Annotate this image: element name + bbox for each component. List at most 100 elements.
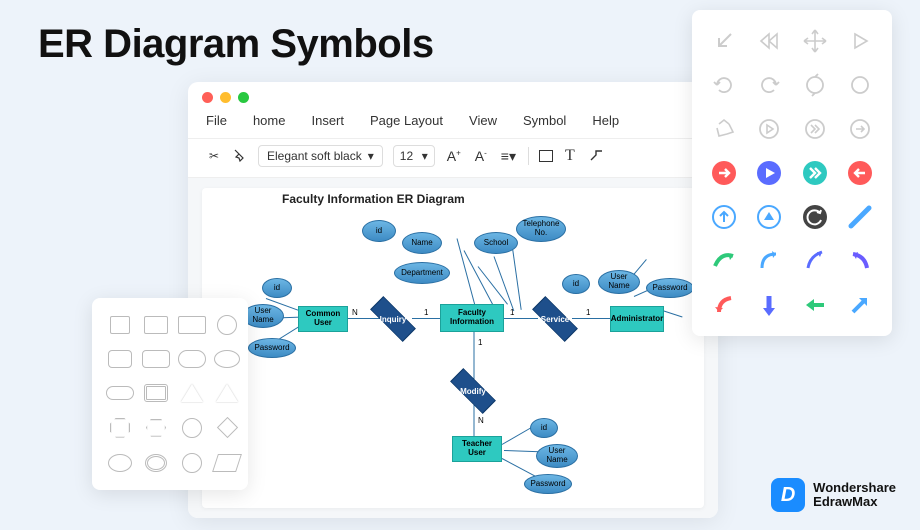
swoosh-arrow-icon[interactable] [800,246,830,276]
rotate-ccw-icon[interactable] [709,70,739,100]
menu-page-layout[interactable]: Page Layout [370,113,443,128]
shape-parallelogram[interactable] [212,454,242,472]
rel-modify[interactable]: Modify [450,376,496,406]
attr-ad-password[interactable]: Password [646,278,694,298]
text-tool-icon[interactable]: T [563,147,577,165]
maximize-icon[interactable] [238,92,249,103]
shape-circle-2[interactable] [182,418,202,438]
arrow-left-solid-icon[interactable] [845,158,875,188]
close-icon[interactable] [202,92,213,103]
shape-double-rect[interactable] [144,384,168,402]
curve-arrow-green-icon[interactable] [709,246,739,276]
shape-rounded-rect[interactable] [108,350,132,368]
shape-circle-3[interactable] [182,453,202,473]
shape-square[interactable] [110,316,130,334]
shape-triangle[interactable] [181,384,203,402]
attr-tu-username[interactable]: User Name [536,444,578,468]
attr-telephone[interactable]: Telephone No. [516,216,566,242]
play-circle-icon[interactable] [754,114,784,144]
increase-font-icon[interactable]: A+ [445,148,463,164]
font-select[interactable]: Elegant soft black ▾ [258,145,383,167]
arrow-move-icon[interactable] [800,26,830,56]
decrease-font-icon[interactable]: A- [473,148,489,164]
arrow-triangle-right-icon[interactable] [845,26,875,56]
chevron-down-icon: ▾ [368,149,374,163]
recycle-icon[interactable] [709,114,739,144]
format-painter-icon[interactable] [232,148,248,164]
attr-cu-username[interactable]: User Name [242,304,284,328]
shape-rounded-rect-2[interactable] [142,350,170,368]
chevron-down-icon: ▾ [422,149,428,163]
menu-home[interactable]: home [253,113,286,128]
attr-tu-id[interactable]: id [530,418,558,438]
app-window: File home Insert Page Layout View Symbol… [188,82,718,518]
shape-double-ellipse[interactable] [145,454,167,472]
arrow-rewind-icon[interactable] [754,26,784,56]
shape-circle[interactable] [217,315,237,335]
arrow-up-circle-icon[interactable] [709,202,739,232]
menu-symbol[interactable]: Symbol [523,113,566,128]
connector-tool-icon[interactable] [587,147,607,166]
menu-view[interactable]: View [469,113,497,128]
refresh-solid-icon[interactable] [800,202,830,232]
menu-insert[interactable]: Insert [311,113,344,128]
arrow-diag-blue-icon[interactable] [845,290,875,320]
pencil-icon[interactable] [845,202,875,232]
shape-triangle-2[interactable] [216,384,238,402]
circle-outline-icon[interactable] [845,70,875,100]
menu-help[interactable]: Help [592,113,619,128]
arrow-down-left-icon[interactable] [709,26,739,56]
rel-inquiry[interactable]: Inquiry [370,304,416,334]
align-icon[interactable]: ≡▾ [499,148,518,165]
rectangle-tool-icon[interactable] [539,150,553,162]
fast-forward-solid-icon[interactable] [800,158,830,188]
rotate-cw-icon[interactable] [754,70,784,100]
minimize-icon[interactable] [220,92,231,103]
shape-ellipse[interactable] [214,350,240,368]
menu-file[interactable]: File [206,113,227,128]
brand-line2: EdrawMax [813,495,896,509]
attr-ad-id[interactable]: id [562,274,590,294]
shape-rectangle[interactable] [144,316,168,334]
shape-capsule[interactable] [106,386,134,400]
triangle-up-circle-icon[interactable] [754,202,784,232]
card-n: N [352,308,358,317]
attr-cu-id[interactable]: id [262,278,292,298]
font-size-select[interactable]: 12 ▾ [393,145,435,167]
diagram-title: Faculty Information ER Diagram [282,192,465,206]
rel-service[interactable]: Service [532,304,578,334]
refresh-icon[interactable] [800,70,830,100]
curve-arrow-purple-icon[interactable] [845,246,875,276]
arrow-right-solid-icon[interactable] [709,158,739,188]
shape-ellipse-2[interactable] [108,454,132,472]
shape-diamond[interactable] [216,417,237,438]
arrow-right-circle-icon[interactable] [845,114,875,144]
font-name: Elegant soft black [267,149,362,163]
curve-arrow-blue-icon[interactable] [754,246,784,276]
cut-icon[interactable]: ✂ [206,148,222,164]
attr-department[interactable]: Department [394,262,450,284]
shape-rectangle-wide[interactable] [178,316,206,334]
entity-common-user[interactable]: Common User [298,306,348,332]
shape-octagon[interactable] [110,418,130,438]
shape-hexagon[interactable] [146,419,166,437]
page-title: ER Diagram Symbols [38,22,434,67]
return-arrow-red-icon[interactable] [709,290,739,320]
attr-cu-password[interactable]: Password [248,338,296,358]
entity-administrator[interactable]: Administrator [610,306,664,332]
attr-ad-username[interactable]: User Name [598,270,640,294]
attr-school[interactable]: School [474,232,518,254]
forward-circle-icon[interactable] [800,114,830,144]
arrow-left-green-icon[interactable] [800,290,830,320]
entity-faculty-info[interactable]: Faculty Information [440,304,504,332]
shape-pill[interactable] [178,350,206,368]
arrow-down-blue-icon[interactable] [754,290,784,320]
play-solid-icon[interactable] [754,158,784,188]
attr-id[interactable]: id [362,220,396,242]
entity-teacher-user[interactable]: Teacher User [452,436,502,462]
arrows-palette [692,10,892,336]
shapes-palette [92,298,248,490]
attr-name[interactable]: Name [402,232,442,254]
attr-tu-password[interactable]: Password [524,474,572,494]
canvas[interactable]: Faculty Information ER Diagram id [188,178,718,518]
